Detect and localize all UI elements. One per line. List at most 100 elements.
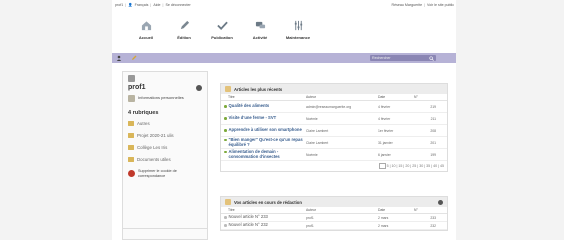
col-author[interactable]: Auteur bbox=[306, 208, 378, 212]
recent-articles-panel: Articles les plus récents Titre Auteur D… bbox=[220, 83, 448, 172]
article-number: 232 bbox=[430, 223, 436, 228]
panel-header: Vos articles en cours de rédaction bbox=[221, 197, 447, 207]
language-link[interactable]: Français bbox=[135, 3, 149, 7]
sidebar-item-rubrique[interactable]: Autres bbox=[128, 121, 202, 126]
status-dot-icon bbox=[224, 150, 227, 154]
home-icon bbox=[141, 21, 151, 31]
rubrique-label: Collège Les Iris bbox=[137, 145, 168, 150]
panel-title: Articles les plus récents bbox=[234, 86, 283, 92]
toolbar-accueil[interactable]: Accueil bbox=[132, 20, 160, 40]
toolbar-edition[interactable]: Édition bbox=[170, 20, 198, 40]
article-date: 2 mars bbox=[378, 223, 389, 228]
col-title[interactable]: Titre bbox=[224, 95, 306, 99]
article-author: admin@reseaumarguerite.org bbox=[306, 104, 352, 109]
article-date: 1er février bbox=[378, 128, 394, 133]
gear-icon[interactable] bbox=[196, 84, 202, 91]
panel-header: Articles les plus récents bbox=[221, 84, 447, 94]
col-date[interactable]: Date bbox=[378, 95, 414, 99]
table-row[interactable]: Qualité des aliments admin@reseaumarguer… bbox=[221, 101, 447, 113]
logout-link[interactable]: Se déconnecter bbox=[165, 3, 190, 7]
article-number: 201 bbox=[430, 140, 436, 145]
table-header: Titre Auteur Date N° bbox=[221, 94, 447, 101]
chat-bubbles-icon bbox=[255, 21, 265, 29]
sidebar-info-label: Informations personnelles bbox=[138, 95, 184, 101]
rubrique-label: Projet 2020-21 ulis bbox=[137, 133, 174, 138]
page: prof1 | 👤 Français | Aide | Se déconnect… bbox=[112, 0, 456, 240]
article-number: 208 bbox=[430, 128, 436, 133]
table-row[interactable]: "Bien manger" Qu'est-ce qu'un repas équi… bbox=[221, 137, 447, 149]
pencil-icon bbox=[180, 20, 189, 30]
article-number: 211 bbox=[430, 116, 436, 121]
col-author[interactable]: Auteur bbox=[306, 95, 378, 99]
article-date: 31 janvier bbox=[378, 140, 393, 145]
col-number[interactable]: N° bbox=[414, 95, 436, 99]
article-title-link[interactable]: Visite d'une ferme - SVT bbox=[229, 115, 277, 121]
table-row[interactable]: Nouvel article N° 232 prof1 2 mars 232 bbox=[221, 222, 447, 230]
panel-title: Vos articles en cours de rédaction bbox=[234, 199, 302, 205]
article-title-link[interactable]: Qualité des aliments bbox=[229, 103, 270, 109]
main-toolbar: Accueil Édition Publication Activité Mai… bbox=[132, 20, 312, 40]
draft-articles-panel: Vos articles en cours de rédaction Titre… bbox=[220, 196, 448, 231]
folder-icon bbox=[128, 145, 134, 150]
gear-icon[interactable] bbox=[438, 199, 443, 205]
article-date: 4 février bbox=[378, 104, 391, 109]
table-row[interactable]: Apprendre à utiliser son smartphone Clai… bbox=[221, 125, 447, 137]
status-dot-icon bbox=[224, 216, 227, 219]
user-add-icon[interactable] bbox=[116, 55, 122, 61]
search-box[interactable] bbox=[370, 55, 436, 61]
col-date[interactable]: Date bbox=[378, 208, 414, 212]
sidebar-item-rubrique[interactable]: Collège Les Iris bbox=[128, 145, 202, 150]
toolbar-label: Édition bbox=[177, 35, 191, 40]
delete-icon bbox=[128, 170, 135, 178]
table-row[interactable]: Nouvel article N° 233 prof1 2 mars 233 bbox=[221, 214, 447, 222]
article-author: Claire Lambert bbox=[306, 128, 329, 133]
toolbar-label: Publication bbox=[211, 35, 233, 40]
toolbar-activite[interactable]: Activité bbox=[246, 20, 274, 40]
col-number[interactable]: N° bbox=[414, 208, 436, 212]
top-bar: prof1 | 👤 Français | Aide | Se déconnect… bbox=[115, 2, 454, 7]
public-site-link[interactable]: Voir le site public bbox=[427, 3, 454, 7]
article-title-link[interactable]: Nouvel article N° 232 bbox=[229, 222, 268, 228]
sidebar-personal-info[interactable]: Informations personnelles bbox=[128, 95, 202, 102]
sliders-icon bbox=[294, 20, 302, 31]
rubrique-label: Autres bbox=[137, 121, 150, 126]
user-avatar-icon bbox=[128, 75, 135, 82]
rubrique-label: Documents utiles bbox=[137, 157, 171, 162]
article-number: 199 bbox=[430, 152, 436, 157]
delete-cookie-button[interactable]: Supprimer le cookie de correspondance bbox=[128, 169, 202, 178]
col-title[interactable]: Titre bbox=[224, 208, 306, 212]
page-size-options[interactable]: 5 | 10 | 15 | 20 | 25 | 30 | 35 | 40 | 4… bbox=[387, 164, 444, 168]
search-bar bbox=[112, 53, 456, 63]
article-title-link[interactable]: "Bien manger" Qu'est-ce qu'un repas équi… bbox=[229, 137, 307, 148]
status-dot-icon bbox=[224, 138, 227, 142]
article-author: prof1 bbox=[306, 223, 314, 228]
toolbar-maintenance[interactable]: Maintenance bbox=[284, 20, 312, 40]
user-link[interactable]: prof1 bbox=[115, 3, 123, 7]
article-title-link[interactable]: Apprendre à utiliser son smartphone bbox=[229, 127, 302, 133]
article-author: Noémie bbox=[306, 116, 318, 121]
site-name-link[interactable]: Réseau Marguerite bbox=[392, 3, 423, 7]
toolbar-publication[interactable]: Publication bbox=[208, 20, 236, 40]
article-icon bbox=[225, 199, 231, 205]
delete-cookie-label: Supprimer le cookie de correspondance bbox=[138, 169, 177, 178]
id-card-icon bbox=[128, 95, 135, 102]
table-row[interactable]: Alimentation de demain - consommation d'… bbox=[221, 149, 447, 161]
user-admin-icon: 👤 bbox=[128, 2, 133, 7]
table-row[interactable]: Visite d'une ferme - SVT Noémie 4 févrie… bbox=[221, 113, 447, 125]
search-icon[interactable] bbox=[429, 55, 434, 61]
article-title-link[interactable]: Nouvel article N° 233 bbox=[229, 214, 268, 220]
folder-icon bbox=[128, 133, 134, 138]
search-input[interactable] bbox=[372, 56, 422, 60]
status-dot-icon bbox=[224, 105, 227, 108]
sidebar-item-rubrique[interactable]: Projet 2020-21 ulis bbox=[128, 133, 202, 138]
pencil-icon[interactable] bbox=[131, 55, 137, 61]
sidebar-item-rubrique[interactable]: Documents utiles bbox=[128, 157, 202, 162]
article-icon bbox=[225, 86, 231, 92]
table-header: Titre Auteur Date N° bbox=[221, 207, 447, 214]
article-author: Noémie bbox=[306, 152, 318, 157]
help-link[interactable]: Aide bbox=[153, 3, 160, 7]
page-size-box[interactable] bbox=[378, 163, 386, 169]
article-title-link[interactable]: Alimentation de demain - consommation d'… bbox=[229, 149, 307, 160]
article-author: prof1 bbox=[306, 215, 314, 220]
status-dot-icon bbox=[224, 129, 227, 132]
